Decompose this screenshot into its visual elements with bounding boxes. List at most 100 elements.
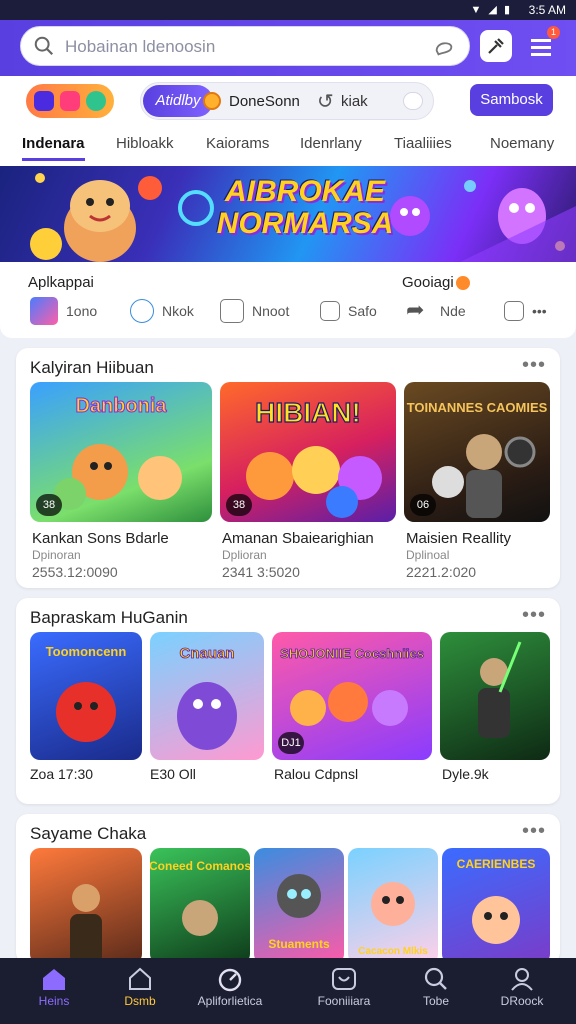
app-label: Nnoot xyxy=(252,303,290,319)
app-item-more[interactable]: ••• xyxy=(504,298,547,324)
chat-bubble-icon[interactable] xyxy=(403,92,423,110)
svg-text:Cnauan: Cnauan xyxy=(179,645,234,662)
nav-dsmb[interactable]: Dsmb xyxy=(92,964,188,1008)
nav-label: Heins xyxy=(38,994,70,1008)
game-art xyxy=(70,884,102,964)
user-icon xyxy=(511,968,533,991)
game-card-10[interactable]: Stuaments xyxy=(254,848,344,964)
nav-search[interactable]: Tobe xyxy=(388,964,484,1008)
banner-title: AIBROKAE NORMARSA xyxy=(216,175,394,240)
box-icon xyxy=(504,301,524,321)
game-card-7[interactable] xyxy=(440,632,550,760)
search-icon xyxy=(424,967,447,990)
tab-hibloakk[interactable]: Hibloakk xyxy=(116,135,174,152)
section-popular: Bapraskam HuGanin ••• Toomoncenn Cnauan … xyxy=(16,598,560,804)
more-options-icon[interactable]: ••• xyxy=(522,604,546,627)
app-icon xyxy=(30,297,58,325)
section-title: Sayame Chaka xyxy=(30,824,147,843)
notification-badge: 1 xyxy=(547,26,560,39)
section-featured: Kalyiran Hiibuan ••• Danbonia 38 HIBIAN!… xyxy=(16,348,560,588)
app-label: Nkok xyxy=(162,303,194,319)
game-card-3[interactable]: TOINANNES CAOMIES 06 xyxy=(404,382,550,522)
card-stat: 2341 3:5020 xyxy=(222,564,300,580)
card-badge: 06 xyxy=(410,494,436,516)
section-more: Sayame Chaka ••• Coneed Comanos Stuament… xyxy=(16,814,560,964)
game-card-12[interactable]: CAERIENBES xyxy=(442,848,550,964)
app-item-1[interactable]: 1ono xyxy=(30,297,98,325)
app-label: ••• xyxy=(532,303,547,319)
voice-search-icon[interactable] xyxy=(433,36,455,58)
game-art: CAERIENBES xyxy=(457,857,536,944)
tab-idenrlany[interactable]: Idenrlany xyxy=(300,135,362,152)
app-item-2[interactable]: Nkok xyxy=(130,298,194,324)
apps-panel: Aplkappai Gooiagi 1ono Nkok Nnoot Safo ➦… xyxy=(0,262,576,338)
search-bar[interactable]: Hobainan ldenoosin xyxy=(20,26,470,66)
app-label: 1ono xyxy=(66,303,98,319)
category-tabs: Indenara Hibloakk Kaiorams Idenrlany Tia… xyxy=(0,126,576,166)
nav-favorites[interactable]: Fooniiiara xyxy=(296,964,392,1008)
game-card-1[interactable]: Danbonia 38 xyxy=(30,382,212,522)
apps-heading: Aplkappai xyxy=(28,274,94,291)
game-card-6[interactable]: SHOJONIIE Cocshniies DJ1 xyxy=(272,632,432,760)
edit-icon xyxy=(220,299,244,323)
nav-label: Tobe xyxy=(422,994,450,1008)
app-item-4[interactable]: Safo xyxy=(320,298,377,324)
menu-button[interactable]: 1 xyxy=(524,26,560,64)
svg-text:CAERIENBES: CAERIENBES xyxy=(457,857,536,871)
share-arrow-icon: ➦ xyxy=(406,297,425,322)
promo-text: DoneSonn xyxy=(229,93,300,110)
heart-box-icon xyxy=(332,968,356,990)
game-art: Toomoncenn xyxy=(46,644,126,742)
nav-applications[interactable]: Apliforlietica xyxy=(180,964,280,1008)
card-subtitle: Dpinoran xyxy=(32,548,81,562)
game-card-8[interactable] xyxy=(30,848,142,964)
app-label: Safo xyxy=(348,303,377,319)
swap-arrow-icon: ↺ xyxy=(317,91,334,113)
search-icon xyxy=(34,36,54,56)
nav-profile[interactable]: DRoock xyxy=(474,964,570,1008)
app-item-5[interactable]: ➦ Nde xyxy=(406,298,466,324)
timer-icon xyxy=(218,968,242,992)
section-title: Kalyiran Hiibuan xyxy=(30,358,154,377)
app-item-3[interactable]: Nnoot xyxy=(220,298,289,324)
bottom-navigation: Heins Dsmb Apliforlietica Fooniiiara Tob… xyxy=(0,958,576,1024)
card-title: Maisien Reallity xyxy=(406,530,512,547)
game-card-5[interactable]: Cnauan xyxy=(150,632,264,760)
home-icon xyxy=(43,969,65,990)
svg-text:SHOJONIIE Cocshniies: SHOJONIIE Cocshniies xyxy=(280,646,424,661)
hero-banner[interactable]: AIBROKAE NORMARSA xyxy=(0,166,576,262)
search-input[interactable]: Hobainan ldenoosin xyxy=(65,37,215,57)
more-options-icon[interactable]: ••• xyxy=(522,354,546,377)
game-card-2[interactable]: HIBIAN! 38 xyxy=(220,382,396,522)
house-outline-icon xyxy=(129,967,151,990)
section-title: Bapraskam HuGanin xyxy=(30,608,188,627)
card-subtitle: Dplinoal xyxy=(406,548,450,562)
tab-kaiorams[interactable]: Kaiorams xyxy=(206,135,269,152)
more-options-icon[interactable]: ••• xyxy=(522,820,546,843)
promo-pill[interactable]: Atidlby DoneSonn ↺ kiak xyxy=(140,82,434,120)
tools-icon xyxy=(488,38,504,54)
refresh-icon xyxy=(130,299,154,323)
logo-part-icon xyxy=(34,91,54,111)
game-card-9[interactable]: Coneed Comanos xyxy=(150,848,250,964)
cta-button[interactable]: Sambosk xyxy=(470,84,553,116)
tools-button[interactable] xyxy=(480,30,512,62)
app-logo[interactable] xyxy=(26,84,114,118)
card-badge: 38 xyxy=(36,494,62,516)
card-title: Kankan Sons Bdarle xyxy=(32,530,169,547)
svg-text:HIBIAN!: HIBIAN! xyxy=(255,397,361,428)
safe-icon xyxy=(320,301,340,321)
game-art: Stuaments xyxy=(268,874,330,951)
top-bar: Hobainan ldenoosin 1 xyxy=(0,20,576,76)
app-label: Nde xyxy=(440,303,466,319)
game-card-11[interactable]: Cacacon Mlkis xyxy=(348,848,438,964)
tab-tiaaliiies[interactable]: Tiaaliiies xyxy=(394,135,452,152)
logo-part-icon xyxy=(86,91,106,111)
card-label: E30 Oll xyxy=(150,766,196,782)
game-card-4[interactable]: Toomoncenn xyxy=(30,632,142,760)
tab-noemany[interactable]: Noemany xyxy=(490,135,554,152)
nav-home[interactable]: Heins xyxy=(6,964,102,1008)
tab-indenara[interactable]: Indenara xyxy=(22,135,85,161)
game-art xyxy=(478,641,522,738)
card-stat: 2221.2:020 xyxy=(406,564,477,580)
